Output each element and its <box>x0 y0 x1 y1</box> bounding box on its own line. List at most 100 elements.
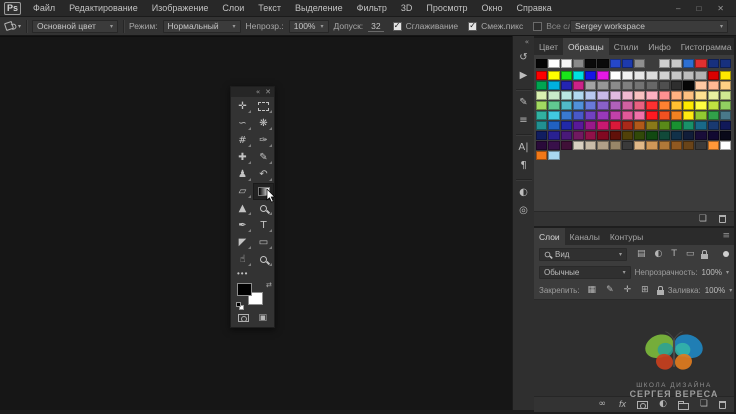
history-brush-tool[interactable]: ↶ <box>253 166 274 183</box>
color-swatch[interactable] <box>536 121 547 130</box>
color-swatch[interactable] <box>561 101 572 110</box>
color-swatch[interactable] <box>573 111 584 120</box>
checkbox-смеж.пикс[interactable]: ✓Смеж.пикс <box>468 21 523 31</box>
tab-цвет[interactable]: Цвет <box>534 38 563 55</box>
delete-layer-icon[interactable] <box>719 401 726 409</box>
adjustment-layer-icon[interactable]: ◐ <box>657 400 669 409</box>
filter-smart-object-icon[interactable] <box>701 254 708 259</box>
color-swatch[interactable] <box>597 59 608 68</box>
hand-tool[interactable]: ☝ <box>232 251 253 268</box>
color-swatch[interactable] <box>597 71 608 80</box>
crop-tool[interactable]: # <box>232 132 253 149</box>
color-swatch[interactable] <box>622 101 633 110</box>
color-swatch[interactable] <box>695 101 706 110</box>
blend-mode-dropdown[interactable]: Обычные ▾ <box>539 266 631 279</box>
color-swatch[interactable] <box>720 111 731 120</box>
filter-shape-layers-icon[interactable]: ▭ <box>684 250 697 259</box>
color-swatch[interactable] <box>671 81 682 90</box>
color-swatch[interactable] <box>646 111 657 120</box>
color-swatch[interactable] <box>720 141 731 150</box>
color-swatch[interactable] <box>683 101 694 110</box>
color-swatch[interactable] <box>695 91 706 100</box>
mode-dropdown[interactable]: Нормальный ▾ <box>163 20 241 33</box>
filter-adjustment-layers-icon[interactable]: ◐ <box>653 250 665 259</box>
menu-справка[interactable]: Справка <box>509 3 558 13</box>
lock-position-icon[interactable]: ✛ <box>622 286 634 295</box>
color-swatch[interactable] <box>573 81 584 90</box>
color-swatch[interactable] <box>695 81 706 90</box>
lock-transparency-icon[interactable]: ▦ <box>586 286 599 295</box>
history-panel-icon[interactable]: ↺ <box>519 53 527 63</box>
color-swatch[interactable] <box>561 121 572 130</box>
quick-selection-tool[interactable]: ❋ <box>253 115 274 132</box>
paint-bucket-tool-icon[interactable] <box>4 21 14 31</box>
color-swatch[interactable] <box>622 91 633 100</box>
menu-выделение[interactable]: Выделение <box>288 3 350 13</box>
new-swatch-button[interactable]: ❏ <box>697 215 709 224</box>
menu-фильтр[interactable]: Фильтр <box>350 3 394 13</box>
color-swatch[interactable] <box>659 91 670 100</box>
quick-mask-button[interactable] <box>238 314 249 322</box>
zoom-tool[interactable] <box>253 251 274 268</box>
color-swatch[interactable] <box>610 141 621 150</box>
color-swatch[interactable] <box>683 121 694 130</box>
lock-all-icon[interactable] <box>657 290 664 295</box>
color-swatch[interactable] <box>659 71 670 80</box>
new-layer-icon[interactable]: ❏ <box>698 400 710 409</box>
swap-colors-icon[interactable]: ⇄ <box>266 281 272 289</box>
pen-tool[interactable]: ✒ <box>232 217 253 234</box>
lasso-tool[interactable]: ∽ <box>232 115 253 132</box>
color-swatch[interactable] <box>610 81 621 90</box>
color-swatch[interactable] <box>561 141 572 150</box>
color-swatch[interactable] <box>597 121 608 130</box>
color-swatch[interactable] <box>659 141 670 150</box>
lock-pixels-icon[interactable]: ✎ <box>604 286 616 295</box>
gradient-tool[interactable] <box>253 183 274 200</box>
color-swatch[interactable] <box>634 101 645 110</box>
default-colors-icon[interactable] <box>236 302 241 307</box>
checkbox-checked-icon[interactable]: ✓ <box>393 22 402 31</box>
color-swatch[interactable] <box>683 71 694 80</box>
color-swatch[interactable] <box>610 121 621 130</box>
lock-artboard-icon[interactable]: ⊞ <box>639 286 651 295</box>
color-swatch[interactable] <box>585 121 596 130</box>
color-swatch[interactable] <box>573 121 584 130</box>
color-swatch[interactable] <box>610 101 621 110</box>
color-swatch[interactable] <box>573 131 584 140</box>
color-swatch[interactable] <box>671 101 682 110</box>
color-swatch[interactable] <box>646 141 657 150</box>
color-swatch[interactable] <box>671 111 682 120</box>
color-swatch[interactable] <box>585 141 596 150</box>
color-swatch[interactable] <box>671 91 682 100</box>
color-swatch[interactable] <box>634 111 645 120</box>
tools-palette-header[interactable]: « ✕ <box>231 87 274 97</box>
color-swatch[interactable] <box>659 81 670 90</box>
color-swatch[interactable] <box>671 131 682 140</box>
layers-opacity-value[interactable]: 100% <box>702 268 722 277</box>
screen-mode-button[interactable]: ▣ <box>258 313 267 323</box>
color-swatch[interactable] <box>720 121 731 130</box>
add-mask-icon[interactable] <box>637 401 648 409</box>
color-swatch[interactable] <box>720 131 731 140</box>
color-swatch[interactable] <box>683 59 694 68</box>
workspace-dropdown[interactable]: Sergey workspace ▾ <box>570 20 728 33</box>
color-swatch[interactable] <box>634 121 645 130</box>
color-swatch[interactable] <box>646 101 657 110</box>
opacity-dropdown[interactable]: 100% ▾ <box>289 20 329 33</box>
color-swatch[interactable] <box>659 111 670 120</box>
paragraph-panel-icon[interactable]: ¶ <box>520 161 526 171</box>
color-swatch[interactable] <box>622 131 633 140</box>
color-swatch[interactable] <box>720 101 731 110</box>
color-swatch[interactable] <box>695 111 706 120</box>
color-swatch[interactable] <box>720 81 731 90</box>
color-swatch[interactable] <box>548 141 559 150</box>
color-swatch[interactable] <box>585 131 596 140</box>
color-swatch[interactable] <box>536 111 547 120</box>
color-swatch[interactable] <box>548 151 559 160</box>
color-swatch[interactable] <box>646 131 657 140</box>
marquee-tool[interactable] <box>253 98 274 115</box>
adjustments-panel-icon[interactable]: ◐ <box>519 188 528 198</box>
tab-стили[interactable]: Стили <box>609 38 644 55</box>
menu-просмотр[interactable]: Просмотр <box>419 3 474 13</box>
color-swatch[interactable] <box>708 71 719 80</box>
